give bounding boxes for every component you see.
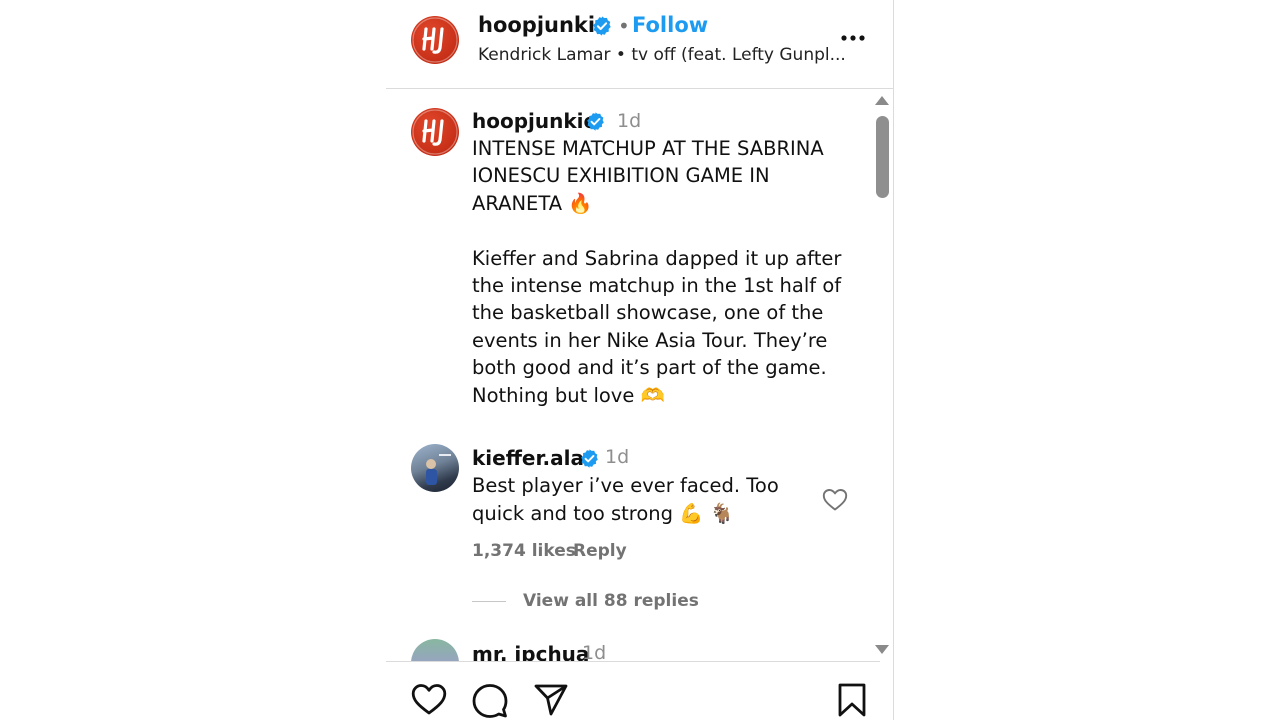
header-separator: •: [618, 14, 630, 38]
commenter-username[interactable]: mr. ipchua: [472, 642, 589, 661]
follow-button[interactable]: Follow: [632, 13, 708, 37]
audio-track[interactable]: Kendrick Lamar • tv off (feat. Lefty Gun…: [478, 45, 846, 65]
comment-icon[interactable]: [472, 683, 508, 719]
commenter-avatar[interactable]: [411, 444, 459, 492]
more-options-icon[interactable]: [838, 28, 868, 48]
post-header: hoopjunkie • Follow Kendrick Lamar • tv …: [386, 0, 894, 88]
post-caption: INTENSE MATCHUP AT THE SABRINA IONESCU E…: [472, 137, 842, 407]
comment-text: Best player i’ve ever faced. Too quick a…: [472, 474, 779, 525]
share-icon[interactable]: [534, 683, 568, 717]
post-author-avatar[interactable]: [411, 108, 459, 156]
view-replies-button[interactable]: View all 88 replies: [523, 591, 699, 611]
verified-badge-icon: [581, 449, 598, 468]
replies-divider-line: [472, 601, 506, 602]
header-username[interactable]: hoopjunkie: [478, 13, 609, 37]
panel-right-border: [893, 0, 894, 720]
commenter-photo-icon: [426, 454, 451, 485]
comment-timestamp: 1d: [582, 642, 607, 661]
scrollbar-thumb[interactable]: [876, 116, 889, 198]
scroll-up-icon[interactable]: [875, 96, 889, 105]
scroll-down-icon[interactable]: [875, 645, 889, 654]
comment-like-heart-icon[interactable]: [822, 488, 848, 512]
hj-logo-icon: [412, 17, 458, 63]
verified-badge-icon: [593, 16, 611, 36]
verified-badge-icon: [587, 112, 604, 131]
post-panel: hoopjunkie • Follow Kendrick Lamar • tv …: [386, 0, 894, 720]
hj-logo-icon: [412, 109, 458, 155]
post-timestamp: 1d: [617, 110, 642, 132]
comments-scroll-area[interactable]: hoopjunkie 1d INTENSE MATCHUP AT THE SAB…: [386, 89, 894, 661]
commenter-username[interactable]: kieffer.alas: [472, 446, 596, 470]
reply-button[interactable]: Reply: [573, 541, 627, 561]
hoopjunkie-avatar[interactable]: [411, 16, 459, 64]
commenter-avatar[interactable]: [411, 639, 459, 661]
post-author-username[interactable]: hoopjunkie: [472, 109, 597, 133]
comment-timestamp: 1d: [605, 446, 630, 468]
comment-likes-count[interactable]: 1,374 likes: [472, 541, 576, 561]
bookmark-icon[interactable]: [837, 683, 867, 717]
post-action-bar: [386, 662, 894, 720]
heart-icon[interactable]: [411, 683, 447, 716]
